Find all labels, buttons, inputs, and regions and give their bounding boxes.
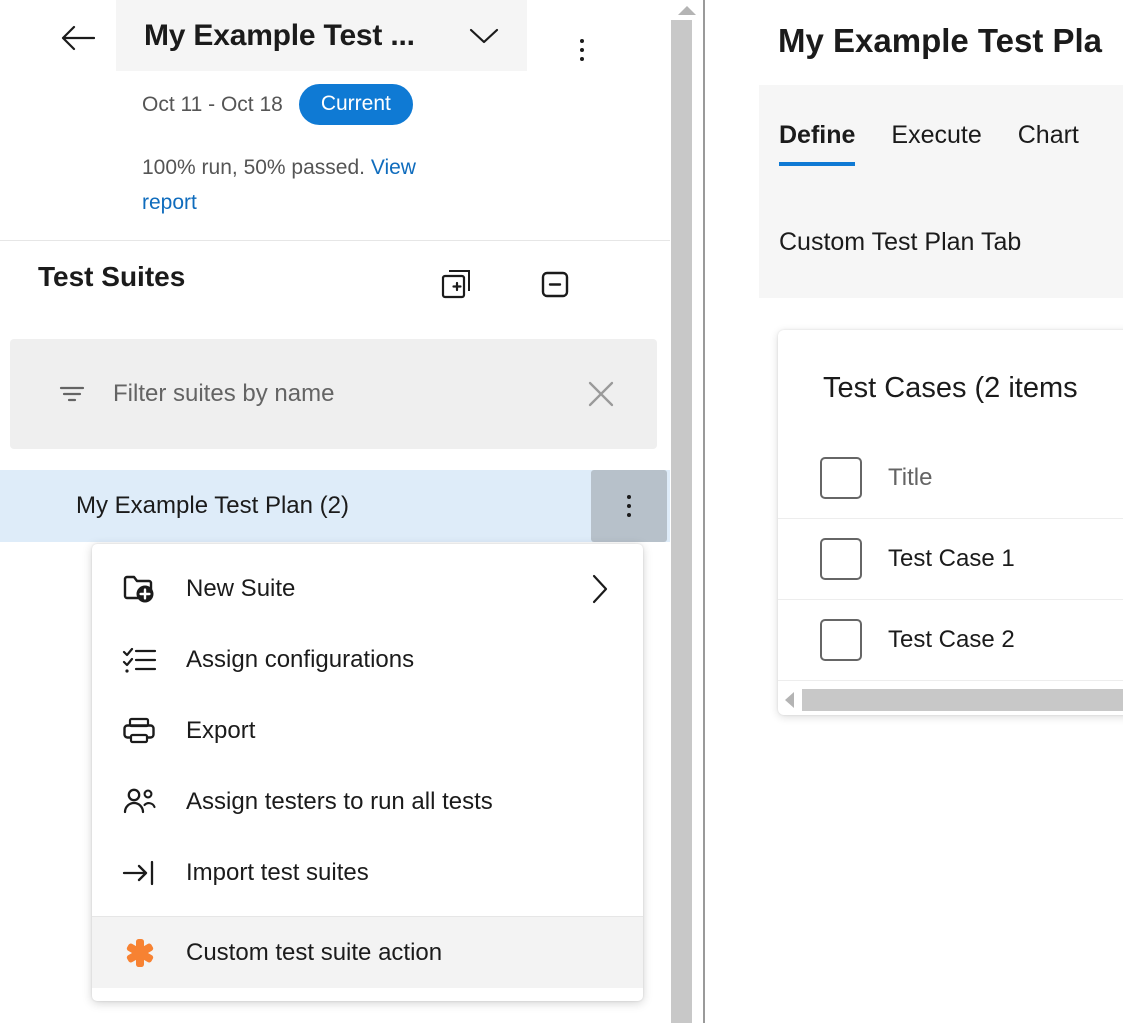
detail-page-title: My Example Test Pla	[778, 22, 1102, 60]
chevron-right-icon	[591, 574, 609, 604]
test-plan-selector[interactable]: My Example Test ...	[116, 0, 527, 71]
table-row[interactable]: Test Case 2	[778, 600, 1123, 681]
test-suites-heading: Test Suites	[38, 261, 185, 293]
status-badge[interactable]: Current	[299, 84, 413, 125]
menu-item-label: Custom test suite action	[186, 939, 442, 967]
chevron-down-icon	[469, 27, 499, 45]
test-suites-header: Test Suites	[0, 241, 670, 321]
asterisk-icon	[122, 935, 168, 971]
tab-define[interactable]: Define	[779, 121, 855, 166]
plan-progress-summary: 100% run, 50% passed. View report	[142, 150, 442, 220]
test-plan-header: My Example Test ... Oct 11 - Oct 18 Curr…	[0, 0, 670, 241]
tab-list: Define Execute Chart	[779, 121, 1079, 166]
row-checkbox[interactable]	[820, 538, 862, 580]
plan-more-actions-button[interactable]	[563, 30, 601, 70]
menu-item-label: Assign testers to run all tests	[186, 788, 493, 816]
scrollbar-thumb[interactable]	[671, 20, 692, 1023]
test-case-title: Test Case 1	[888, 545, 1015, 573]
menu-item-label: Import test suites	[186, 859, 369, 887]
suite-row-label: My Example Test Plan (2)	[76, 492, 349, 520]
menu-item-assign-configurations[interactable]: Assign configurations	[92, 624, 643, 695]
plan-date-range: Oct 11 - Oct 18	[142, 93, 283, 117]
menu-item-assign-testers[interactable]: Assign testers to run all tests	[92, 766, 643, 837]
suite-filter-input[interactable]	[113, 380, 585, 408]
tab-execute[interactable]: Execute	[891, 121, 981, 166]
table-row[interactable]: Test Case 1	[778, 519, 1123, 600]
test-cases-heading: Test Cases (2 items	[823, 372, 1078, 405]
collapse-all-icon	[538, 267, 572, 306]
test-cases-horizontal-scrollbar[interactable]	[778, 689, 1123, 711]
kebab-menu-icon	[580, 39, 584, 61]
menu-item-label: New Suite	[186, 575, 295, 603]
row-checkbox[interactable]	[820, 619, 862, 661]
arrow-left-icon	[61, 25, 95, 51]
collapse-all-button[interactable]	[534, 265, 576, 307]
select-all-checkbox[interactable]	[820, 457, 862, 499]
active-tab-underline	[779, 162, 855, 166]
suite-context-menu: New Suite Assign configurations Ex	[92, 544, 643, 1001]
suite-filter-container[interactable]	[10, 339, 657, 449]
back-button[interactable]	[56, 16, 100, 60]
menu-item-new-suite[interactable]: New Suite	[92, 553, 643, 624]
scrollbar-thumb[interactable]	[802, 689, 1123, 711]
detail-tabbar: Define Execute Chart Custom Test Plan Ta…	[759, 85, 1123, 298]
left-pane-vertical-scrollbar[interactable]	[670, 0, 703, 1023]
plan-dates-row: Oct 11 - Oct 18 Current	[142, 84, 413, 125]
expand-all-button[interactable]	[436, 265, 478, 307]
people-icon	[122, 787, 168, 817]
table-header-row: Title	[778, 438, 1123, 519]
suite-tree-row[interactable]: My Example Test Plan (2)	[0, 470, 670, 542]
tab-label: Execute	[891, 121, 981, 149]
scroll-up-arrow-icon[interactable]	[676, 3, 697, 17]
test-plan-detail-pane: My Example Test Pla Define Execute Chart…	[705, 0, 1123, 1023]
kebab-menu-icon	[627, 495, 631, 517]
column-header-title: Title	[888, 464, 932, 492]
menu-item-label: Assign configurations	[186, 646, 414, 674]
test-case-title: Test Case 2	[888, 626, 1015, 654]
tab-label: Define	[779, 121, 855, 149]
folder-add-icon	[122, 573, 168, 605]
close-icon[interactable]	[585, 378, 617, 410]
page-title: My Example Test ...	[144, 19, 415, 53]
tab-chart[interactable]: Chart	[1018, 121, 1079, 166]
menu-item-custom-test-suite-action[interactable]: Custom test suite action	[92, 917, 643, 988]
arrow-import-icon	[122, 858, 168, 888]
checklist-icon	[122, 645, 168, 675]
test-cases-table: Title Test Case 1 Test Case 2	[778, 438, 1123, 681]
menu-item-label: Export	[186, 717, 255, 745]
printer-icon	[122, 716, 168, 746]
expand-all-icon	[440, 267, 474, 306]
filter-icon	[57, 382, 87, 406]
tab-label: Chart	[1018, 121, 1079, 149]
menu-item-export[interactable]: Export	[92, 695, 643, 766]
custom-test-plan-tab[interactable]: Custom Test Plan Tab	[779, 228, 1021, 257]
suite-row-more-actions-button[interactable]	[591, 470, 667, 542]
scroll-left-arrow-icon[interactable]	[778, 689, 802, 711]
plan-progress-text: 100% run, 50% passed.	[142, 156, 371, 179]
test-cases-card: Test Cases (2 items Title Test Case 1 Te…	[778, 330, 1123, 715]
menu-item-import-test-suites[interactable]: Import test suites	[92, 837, 643, 908]
